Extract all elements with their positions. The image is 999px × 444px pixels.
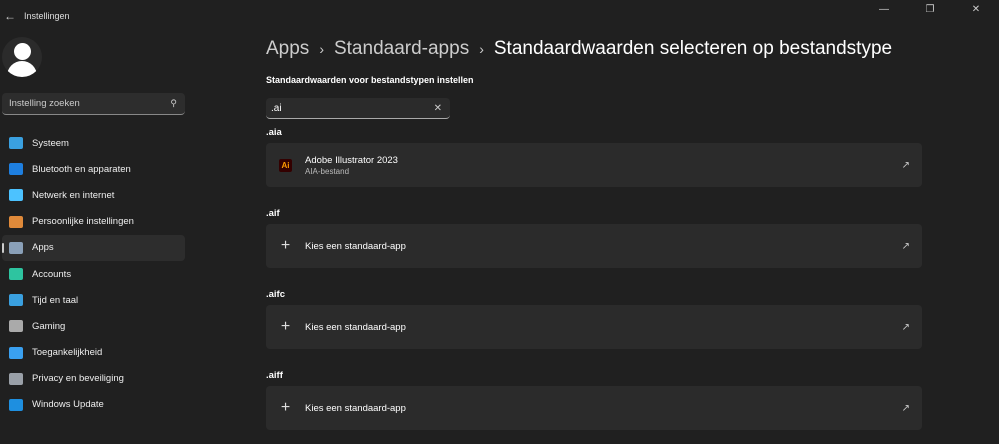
sidebar-nav: Systeem Bluetooth en apparaten Netwerk en … (2, 130, 185, 418)
sidebar-item-toegankelijkheid[interactable]: Toegankelijkheid (2, 340, 185, 366)
default-app-button[interactable]: + Kies een standaard-app ↗ (266, 305, 922, 349)
default-app-button[interactable]: + Kies een standaard-app ↗ (266, 386, 922, 430)
sidebar-item-windows-update[interactable]: Windows Update (2, 392, 185, 418)
sidebar-item-label: Tijd en taal (32, 294, 79, 306)
sidebar-item-apps[interactable]: Apps (2, 234, 185, 261)
sidebar-item-accounts[interactable]: Accounts (2, 261, 185, 287)
sidebar-item-privacy-en-beveiliging[interactable]: Privacy en beveiliging (2, 366, 185, 392)
minimize-button[interactable]: — (861, 0, 907, 20)
clear-icon[interactable]: ✕ (434, 103, 442, 114)
section-subtitle: Standaardwaarden voor bestandstypen inst… (266, 75, 474, 85)
chevron-right-icon: › (479, 41, 484, 57)
default-app-button[interactable]: Ai Adobe Illustrator 2023 AIA-bestand ↗ (266, 143, 922, 187)
sidebar-item-label: Gaming (32, 320, 66, 332)
search-placeholder: Instelling zoeken (9, 98, 80, 109)
breadcrumb-default-apps[interactable]: Standaard-apps (334, 38, 469, 60)
sidebar-item-netwerk-en-internet[interactable]: Netwerk en internet (2, 182, 185, 208)
plus-icon: + (280, 237, 291, 254)
apps-icon (9, 241, 23, 254)
filter-value: .ai (271, 102, 282, 114)
settings-search-input[interactable]: Instelling zoeken ⚲ (2, 93, 185, 115)
sidebar-item-label: Accounts (32, 268, 72, 280)
filetype-group: .aifc + Kies een standaard-app ↗ (266, 289, 922, 349)
open-external-icon: ↗ (901, 321, 910, 333)
file-extension: .aiff (266, 370, 283, 381)
sidebar-item-label: Apps (32, 242, 54, 254)
open-external-icon: ↗ (901, 402, 910, 414)
sidebar-item-persoonlijke-instellingen[interactable]: Persoonlijke instellingen (2, 209, 185, 235)
filetype-group: .aif + Kies een standaard-app ↗ (266, 208, 922, 268)
chevron-right-icon: › (319, 41, 324, 57)
sidebar-item-label: Windows Update (32, 399, 104, 411)
netwerk-en-internet-icon (9, 189, 23, 202)
sidebar-item-label: Systeem (32, 137, 69, 149)
filetype-search-input[interactable]: .ai ✕ (266, 98, 450, 119)
app-file-desc: AIA-bestand (305, 166, 350, 176)
open-external-icon: ↗ (901, 159, 910, 171)
file-extension: .aifc (266, 289, 286, 300)
illustrator-icon: Ai (279, 158, 292, 172)
breadcrumb-apps[interactable]: Apps (266, 38, 309, 60)
default-app-button[interactable]: + Kies een standaard-app ↗ (266, 224, 922, 268)
plus-icon: + (280, 318, 291, 335)
avatar[interactable] (2, 37, 42, 77)
back-arrow-icon[interactable]: ← (4, 9, 18, 23)
sidebar-item-label: Privacy en beveiliging (32, 373, 124, 385)
gaming-icon (9, 320, 23, 333)
plus-icon: + (280, 399, 291, 416)
app-name: Kies een standaard-app (305, 321, 406, 333)
app-name: Kies een standaard-app (305, 240, 406, 252)
app-name: Adobe Illustrator 2023 (305, 154, 398, 166)
search-icon[interactable]: ⚲ (170, 98, 177, 109)
file-extension: .aia (266, 127, 282, 138)
tijd-en-taal-icon (9, 294, 23, 307)
sidebar-item-label: Toegankelijkheid (32, 347, 103, 359)
sidebar-item-label: Persoonlijke instellingen (32, 216, 134, 228)
bluetooth-en-apparaten-icon (9, 163, 23, 176)
sidebar-item-label: Bluetooth en apparaten (32, 163, 131, 175)
app-title: Instellingen (24, 11, 70, 21)
persoonlijke-instellingen-icon (9, 215, 23, 228)
breadcrumb: Apps › Standaard-apps › Standaardwaarden… (266, 38, 892, 60)
open-external-icon: ↗ (901, 240, 910, 252)
windows-update-icon (9, 398, 23, 411)
app-name: Kies een standaard-app (305, 402, 406, 414)
accounts-icon (9, 268, 23, 281)
privacy-en-beveiliging-icon (9, 372, 23, 385)
sidebar-item-tijd-en-taal[interactable]: Tijd en taal (2, 287, 185, 313)
sidebar-item-label: Netwerk en internet (32, 189, 115, 201)
page-title: Standaardwaarden selecteren op bestandst… (493, 38, 893, 59)
title-bar: ← Instellingen — ❐ ✕ (0, 0, 999, 32)
toegankelijkheid-icon (9, 346, 23, 359)
close-button[interactable]: ✕ (953, 0, 999, 20)
filetype-group: .aia Ai Adobe Illustrator 2023 AIA-bestand… (266, 127, 922, 187)
maximize-button[interactable]: ❐ (907, 0, 953, 20)
sidebar-item-systeem[interactable]: Systeem (2, 130, 185, 156)
file-extension: .aif (266, 208, 280, 219)
sidebar-item-gaming[interactable]: Gaming (2, 313, 185, 339)
systeem-icon (9, 137, 23, 150)
filetype-group: .aiff + Kies een standaard-app ↗ (266, 370, 922, 430)
sidebar-item-bluetooth-en-apparaten[interactable]: Bluetooth en apparaten (2, 156, 185, 182)
